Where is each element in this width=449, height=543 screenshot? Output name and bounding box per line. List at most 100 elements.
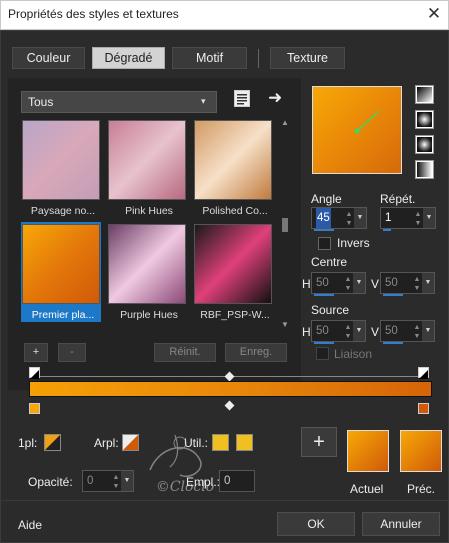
add-swatch-button[interactable]: +: [301, 427, 337, 457]
tab-couleur[interactable]: Couleur: [12, 47, 85, 69]
spin-arrows-icon[interactable]: ▲ ▼: [343, 321, 353, 341]
remove-preset-button[interactable]: -: [58, 343, 86, 362]
chevron-down-icon[interactable]: ▼: [423, 208, 435, 228]
center-label: Centre: [311, 255, 348, 269]
reset-button[interactable]: Réinit.: [154, 343, 216, 362]
gradient-transparency-stop[interactable]: [418, 367, 429, 379]
notes-icon[interactable]: [234, 90, 250, 107]
spin-arrows-icon[interactable]: ▲ ▼: [412, 273, 422, 293]
spin-arrows-icon[interactable]: ▲ ▼: [413, 208, 423, 228]
preset-swatch: [194, 120, 272, 200]
center-h-label: H: [302, 277, 311, 291]
angle-value[interactable]: 45: [316, 208, 331, 228]
previous-swatch[interactable]: [400, 430, 442, 472]
cancel-button[interactable]: Annuler: [362, 512, 440, 536]
source-v-slider[interactable]: [383, 342, 403, 344]
current-label: Actuel: [350, 482, 384, 496]
tab-motif[interactable]: Motif: [172, 47, 247, 69]
ok-button[interactable]: OK: [277, 512, 355, 536]
footer-separator: [0, 500, 449, 501]
link-label: Liaison: [334, 347, 373, 361]
repeat-label: Répét.: [380, 192, 416, 206]
spin-arrows-icon[interactable]: ▲ ▼: [111, 471, 121, 491]
chevron-down-icon[interactable]: ▼: [354, 208, 366, 228]
source-label: Source: [311, 303, 350, 317]
window-title: Propriétés des styles et textures: [8, 7, 179, 21]
preset-item[interactable]: Purple Hues: [107, 222, 187, 322]
preset-label: RBF_PSP-W...: [200, 309, 270, 321]
arpl-label: Arpl:: [94, 436, 119, 450]
center-v-slider[interactable]: [383, 294, 403, 296]
watermark-text: ©Cloclo: [155, 479, 215, 495]
invert-label: Invers: [337, 236, 370, 250]
source-h-slider[interactable]: [314, 342, 334, 344]
chevron-down-icon[interactable]: ▼: [353, 321, 365, 341]
scroll-up-icon[interactable]: ▲: [281, 118, 289, 127]
radial-style-button[interactable]: [415, 135, 434, 154]
first-plan-swatch[interactable]: [44, 434, 61, 451]
preset-filter-dropdown[interactable]: Tous: [21, 91, 217, 113]
scrollbar-thumb[interactable]: [282, 218, 288, 232]
save-preset-button[interactable]: Enreg.: [225, 343, 287, 362]
signature-watermark: ©Cloclo: [130, 425, 240, 500]
center-h-spinner[interactable]: 50 ▲ ▼ ▼: [311, 272, 366, 296]
preset-item[interactable]: Polished Co...: [193, 118, 273, 218]
source-v-value[interactable]: 50: [385, 321, 398, 341]
spin-arrows-icon[interactable]: ▲ ▼: [343, 273, 353, 293]
source-v-label: V: [371, 325, 380, 339]
preset-swatch: [22, 224, 100, 304]
current-swatch[interactable]: [347, 430, 389, 472]
spin-arrows-icon[interactable]: ▲ ▼: [344, 208, 354, 228]
previous-label: Préc.: [407, 482, 436, 496]
source-h-value[interactable]: 50: [316, 321, 329, 341]
preset-item-selected[interactable]: Premier pla...: [21, 222, 101, 322]
angle-label: Angle: [311, 192, 342, 206]
chevron-down-icon[interactable]: ▼: [422, 321, 434, 341]
help-link[interactable]: Aide: [18, 518, 42, 532]
repeat-spinner[interactable]: 1 ▲ ▼ ▼: [380, 207, 436, 231]
preset-item[interactable]: RBF_PSP-W...: [193, 222, 273, 322]
link-checkbox[interactable]: [316, 347, 329, 360]
sunburst-style-button[interactable]: [415, 160, 434, 179]
gradient-color-stop-end[interactable]: [418, 403, 429, 414]
center-v-spinner[interactable]: 50 ▲ ▼ ▼: [380, 272, 435, 296]
chevron-down-icon[interactable]: ▼: [422, 273, 434, 293]
scroll-down-icon[interactable]: ▼: [281, 320, 289, 329]
repeat-slider[interactable]: [383, 229, 391, 231]
gradient-preview[interactable]: [312, 86, 402, 174]
center-v-value[interactable]: 50: [385, 273, 398, 293]
preset-swatch: [22, 120, 100, 200]
source-v-spinner[interactable]: 50 ▲ ▼ ▼: [380, 320, 435, 344]
rectangular-style-button[interactable]: [415, 110, 434, 129]
tab-texture[interactable]: Texture: [270, 47, 345, 69]
angle-spinner[interactable]: 45 ▲ ▼ ▼: [311, 207, 367, 231]
source-h-spinner[interactable]: 50 ▲ ▼ ▼: [311, 320, 366, 344]
angle-slider[interactable]: [314, 229, 334, 231]
repeat-value[interactable]: 1: [385, 208, 391, 228]
preset-swatch: [108, 224, 186, 304]
tab-separator: [258, 49, 259, 68]
gradient-bar[interactable]: [29, 381, 432, 397]
chevron-down-icon[interactable]: ▼: [353, 273, 365, 293]
opacity-label: Opacité:: [28, 475, 73, 489]
preset-label: Pink Hues: [125, 205, 173, 217]
invert-checkbox[interactable]: [318, 237, 331, 250]
preset-item[interactable]: Pink Hues: [107, 118, 187, 218]
gradient-color-stop-start[interactable]: [29, 403, 40, 414]
add-preset-button[interactable]: +: [24, 343, 48, 362]
tab-degrade[interactable]: Dégradé: [92, 47, 165, 69]
center-v-label: V: [371, 277, 380, 291]
center-h-slider[interactable]: [314, 294, 334, 296]
gradient-transparency-stop[interactable]: [29, 367, 40, 379]
opacity-value[interactable]: 0: [87, 471, 93, 491]
linear-style-button[interactable]: [415, 85, 434, 104]
arrow-right-icon[interactable]: ➜: [268, 88, 282, 108]
spin-arrows-icon[interactable]: ▲ ▼: [412, 321, 422, 341]
preset-item[interactable]: Paysage no...: [21, 118, 101, 218]
opacity-spinner[interactable]: 0 ▲ ▼ ▼: [82, 470, 134, 492]
preset-grid: Paysage no... Pink Hues Polished Co... P…: [21, 118, 279, 328]
close-button[interactable]: ✕: [420, 2, 448, 28]
source-h-label: H: [302, 325, 311, 339]
chevron-down-icon[interactable]: ▾: [201, 96, 206, 107]
center-h-value[interactable]: 50: [316, 273, 329, 293]
